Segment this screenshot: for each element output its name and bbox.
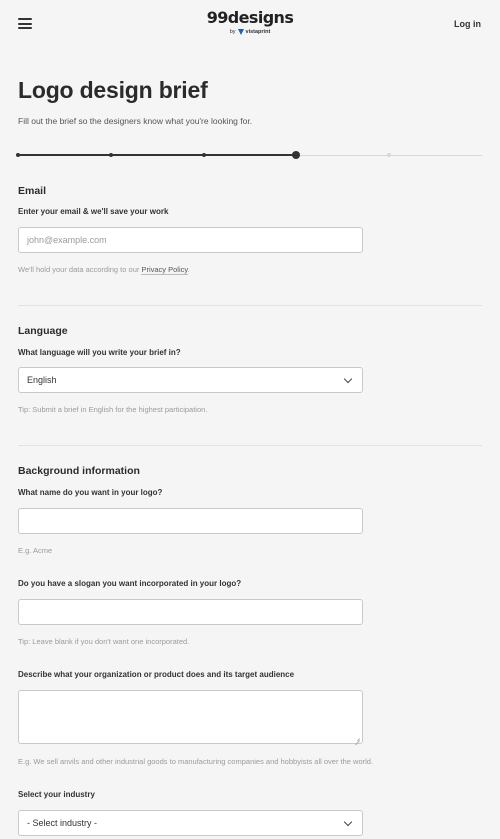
email-field[interactable]: john@example.com (18, 227, 363, 253)
vistaprint-mark-icon (237, 29, 244, 35)
progress-step-5 (387, 153, 391, 157)
email-label: Enter your email & we'll save your work (18, 207, 169, 216)
language-select[interactable]: English (18, 367, 363, 393)
email-section-title: Email (18, 185, 47, 197)
logo-name-hint: E.g. Acme (18, 546, 53, 555)
logo-name-label: What name do you want in your logo? (18, 488, 163, 497)
progress-step-3 (202, 153, 206, 157)
section-divider (18, 445, 482, 446)
section-divider (18, 305, 482, 306)
login-link[interactable]: Log in (454, 19, 481, 29)
logo-name-field[interactable] (18, 508, 363, 534)
describe-label: Describe what your organization or produ… (18, 670, 295, 679)
page-subtitle: Fill out the brief so the designers know… (18, 116, 253, 126)
chevron-down-icon (343, 817, 353, 826)
email-placeholder: john@example.com (27, 235, 107, 245)
resize-handle-icon[interactable] (354, 735, 360, 741)
describe-hint: E.g. We sell anvils and other industrial… (18, 757, 374, 766)
language-section-title: Language (18, 325, 68, 337)
logo-subline: by vistaprint (205, 28, 295, 36)
progress-bar (16, 150, 482, 160)
logo-by-text: by (229, 29, 236, 35)
describe-textarea[interactable] (18, 690, 363, 744)
industry-selected-value: - Select industry - (27, 818, 98, 828)
privacy-policy-link[interactable]: Privacy Policy (141, 265, 188, 275)
hamburger-menu-icon[interactable] (18, 18, 32, 29)
industry-label: Select your industry (18, 790, 95, 799)
industry-select[interactable]: - Select industry - (18, 810, 363, 836)
slogan-field[interactable] (18, 599, 363, 625)
chevron-down-icon (343, 374, 353, 383)
email-hint: We'll hold your data according to our Pr… (18, 265, 190, 275)
brief-form: Email Enter your email & we'll save your… (0, 160, 500, 839)
logo-sub-brand: vistaprint (245, 29, 271, 35)
logo-wordmark: 99designs (206, 8, 294, 27)
email-hint-text: We'll hold your data according to our (18, 265, 142, 274)
progress-line-done (18, 154, 296, 156)
top-bar: 99designs by vistaprint Log in (0, 0, 500, 50)
brand-logo[interactable]: 99designs by vistaprint (205, 9, 295, 36)
slogan-label: Do you have a slogan you want incorporat… (18, 579, 242, 588)
page-title: Logo design brief (18, 77, 208, 103)
progress-step-2 (109, 153, 113, 157)
language-label: What language will you write your brief … (18, 348, 181, 357)
email-hint-suffix: . (187, 265, 190, 274)
language-hint: Tip: Submit a brief in English for the h… (18, 405, 208, 414)
progress-step-current (292, 151, 300, 159)
progress-step-1 (16, 153, 20, 157)
language-selected-value: English (27, 375, 57, 385)
slogan-hint: Tip: Leave blank if you don't want one i… (18, 637, 190, 646)
background-section-title: Background information (18, 465, 140, 477)
